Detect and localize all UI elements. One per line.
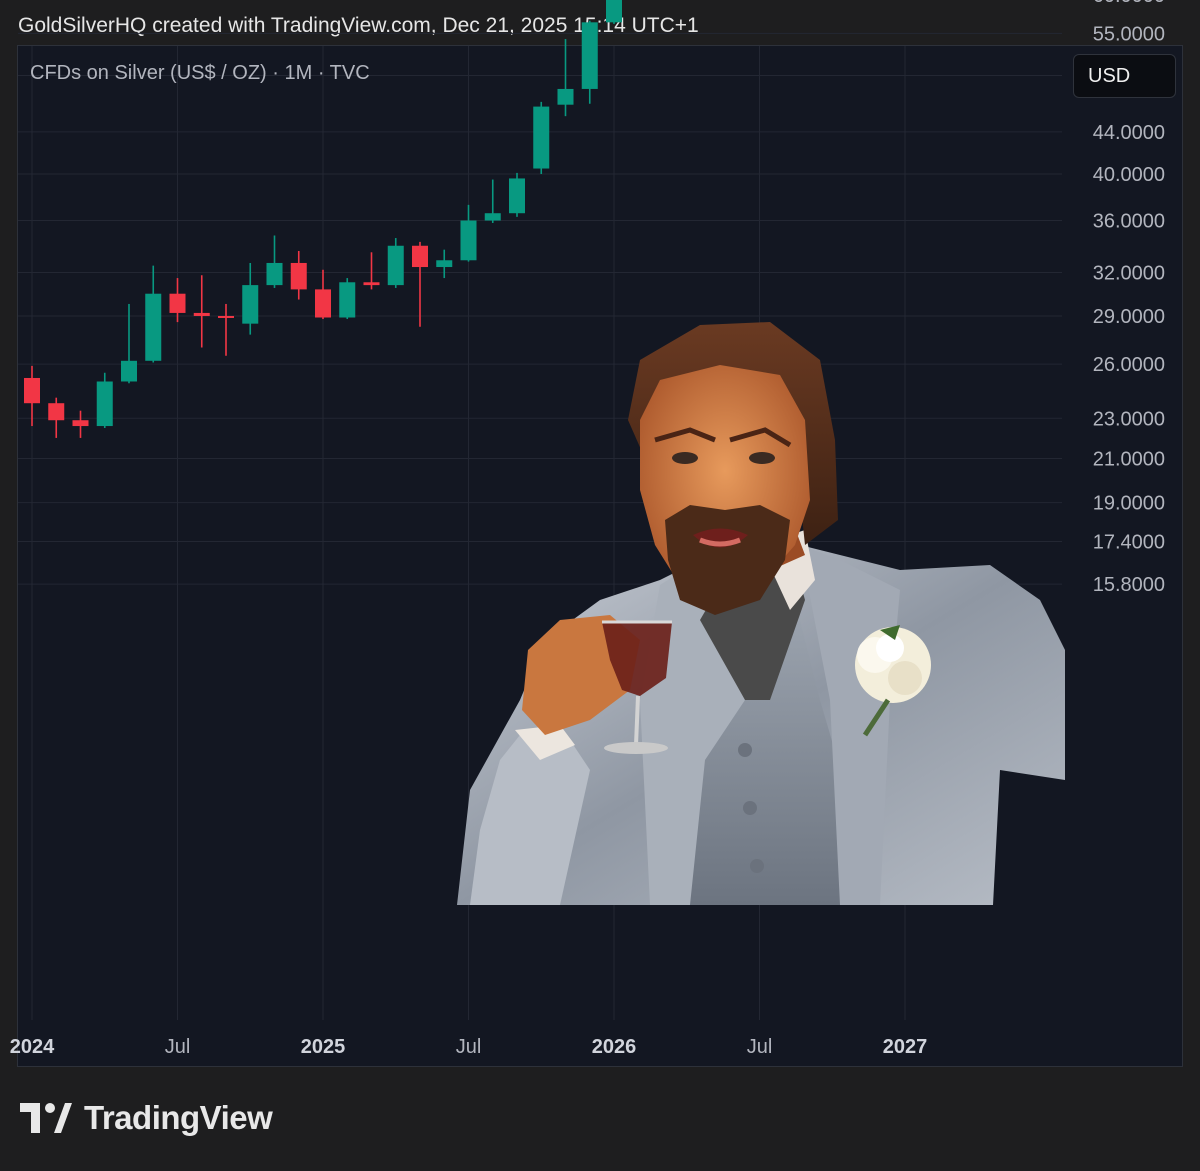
tradingview-logo[interactable]: TradingView (20, 1098, 273, 1138)
currency-button[interactable]: USD (1073, 54, 1176, 98)
brand-name: TradingView (84, 1099, 273, 1136)
chart-symbol-title: CFDs on Silver (US$ / OZ) · 1M · TVC (30, 62, 370, 84)
tradingview-mark-icon (20, 1103, 72, 1133)
laughing-man-with-glass-icon (457, 322, 1065, 905)
